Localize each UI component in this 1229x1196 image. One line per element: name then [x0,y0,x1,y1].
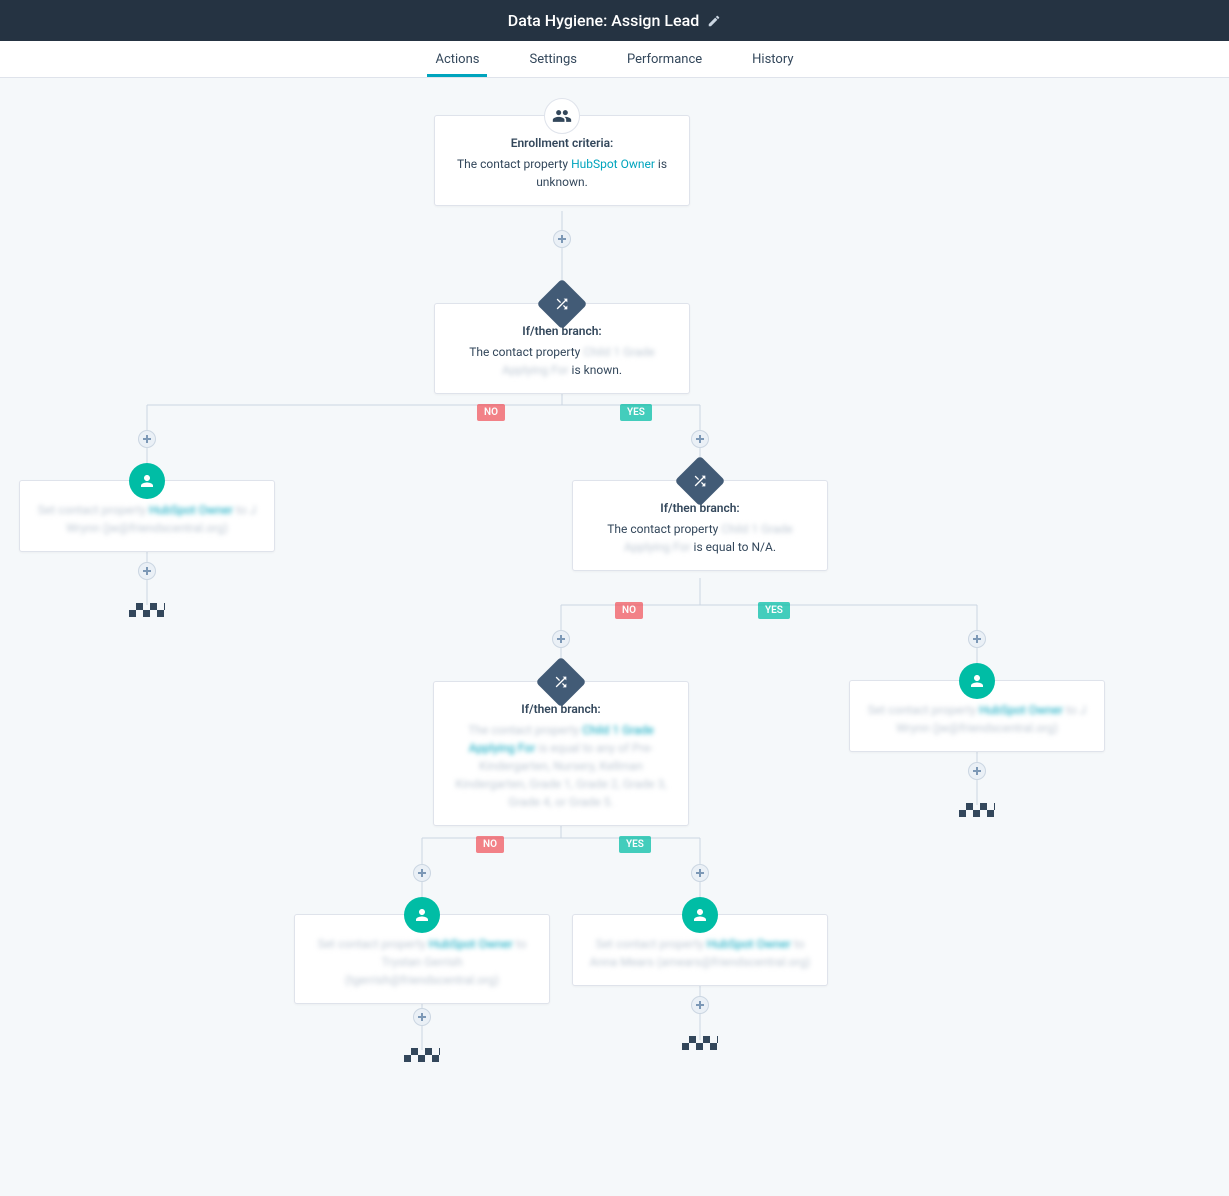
add-action-button[interactable] [691,864,709,882]
action-yes3-node[interactable]: Set contact property HubSpot Owner to An… [572,914,828,986]
branch2-node[interactable]: If/then branch: The contact property Chi… [572,480,828,571]
action-yes2-node[interactable]: Set contact property HubSpot Owner to J … [849,680,1105,752]
contact-owner-icon [129,463,165,499]
branch1-text: The contact property Child 1 Grade Apply… [449,343,675,379]
contact-owner-icon [959,663,995,699]
add-action-button[interactable] [413,1008,431,1026]
workflow-title: Data Hygiene: Assign Lead [508,11,699,30]
enrollment-text: The contact property HubSpot Owner is un… [449,155,675,191]
branch3-node[interactable]: If/then branch: The contact property Chi… [433,681,689,826]
action-text: Set contact property HubSpot Owner to Tr… [309,935,535,989]
tab-performance[interactable]: Performance [627,41,702,77]
yes-badge: YES [619,836,651,853]
add-action-button[interactable] [968,630,986,648]
action-no3-node[interactable]: Set contact property HubSpot Owner to Tr… [294,914,550,1004]
end-icon [404,1048,440,1062]
end-icon [959,803,995,817]
add-action-button[interactable] [138,430,156,448]
add-action-button[interactable] [553,230,571,248]
enrollment-title: Enrollment criteria: [449,136,675,150]
end-icon [129,603,165,617]
add-action-button[interactable] [691,430,709,448]
action-no1-node[interactable]: Set contact property HubSpot Owner to J … [19,480,275,552]
add-action-button[interactable] [138,562,156,580]
property-link[interactable]: HubSpot Owner [571,157,655,171]
add-action-button[interactable] [968,762,986,780]
tab-history[interactable]: History [752,41,793,77]
yes-badge: YES [620,404,652,421]
contacts-icon [544,98,580,134]
end-icon [682,1036,718,1050]
no-badge: NO [476,836,504,853]
edit-icon[interactable] [707,14,721,28]
tab-bar: Actions Settings Performance History [0,41,1229,78]
add-action-button[interactable] [552,630,570,648]
action-text: Set contact property HubSpot Owner to An… [587,935,813,971]
contact-owner-icon [682,897,718,933]
enrollment-node[interactable]: Enrollment criteria: The contact propert… [434,115,690,206]
add-action-button[interactable] [413,864,431,882]
workflow-canvas[interactable]: Enrollment criteria: The contact propert… [0,78,1229,1196]
branch3-text: The contact property Child 1 Grade Apply… [448,721,674,811]
action-text: Set contact property HubSpot Owner to J … [34,501,260,537]
no-badge: NO [477,404,505,421]
tab-settings[interactable]: Settings [529,41,576,77]
page-header: Data Hygiene: Assign Lead [0,0,1229,41]
action-text: Set contact property HubSpot Owner to J … [864,701,1090,737]
no-badge: NO [615,602,643,619]
tab-actions[interactable]: Actions [435,41,479,77]
contact-owner-icon [404,897,440,933]
branch1-node[interactable]: If/then branch: The contact property Chi… [434,303,690,394]
yes-badge: YES [758,602,790,619]
add-action-button[interactable] [691,996,709,1014]
branch2-text: The contact property Child 1 Grade Apply… [587,520,813,556]
